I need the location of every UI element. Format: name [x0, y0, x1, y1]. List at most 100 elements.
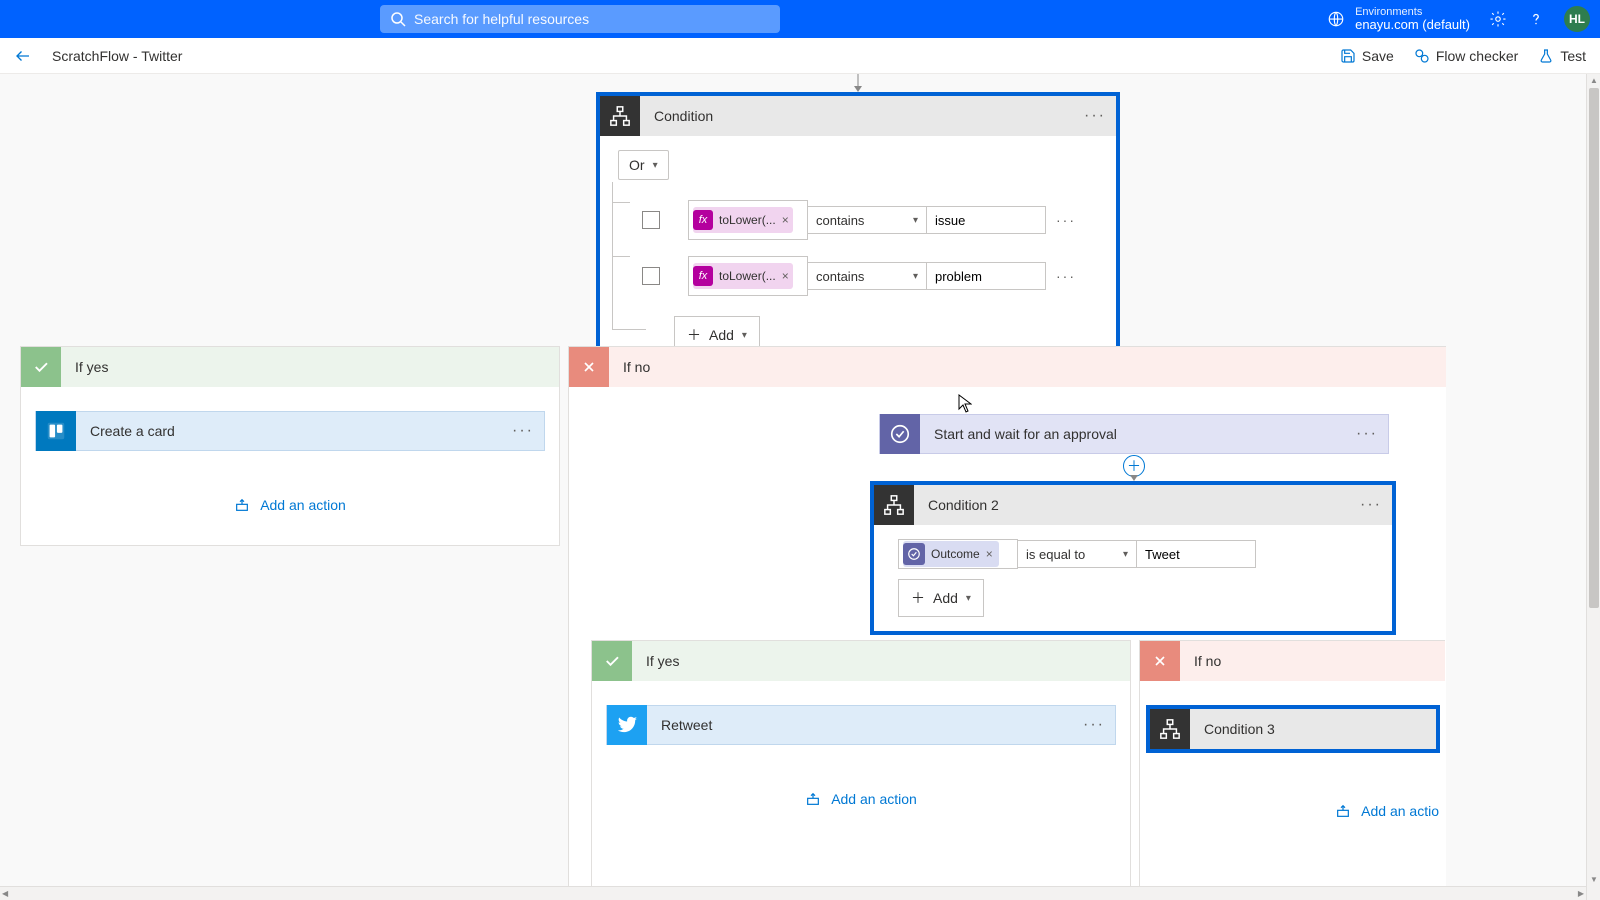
add-action-icon: [1335, 803, 1351, 819]
condition-header[interactable]: Condition ···: [600, 96, 1116, 136]
approval-icon: [880, 414, 920, 454]
condition2-card: Condition 2 ··· Outcome ×: [870, 481, 1396, 635]
condition2-title: Condition 2: [928, 497, 1360, 513]
save-button[interactable]: Save: [1340, 48, 1394, 64]
action-menu[interactable]: ···: [512, 426, 534, 436]
plus-icon: ＋: [687, 325, 701, 345]
row-checkbox[interactable]: [642, 267, 660, 285]
environment-icon: [1327, 10, 1345, 28]
fx-icon: fx: [693, 210, 713, 230]
value-input[interactable]: [926, 206, 1046, 234]
action-create-card[interactable]: Create a card ···: [35, 411, 545, 451]
condition3-header[interactable]: Condition 3: [1150, 709, 1436, 749]
row-menu[interactable]: ···: [1056, 268, 1076, 284]
plus-icon: ＋: [911, 588, 925, 608]
branch-header-no: If no: [569, 347, 1446, 387]
action-menu[interactable]: ···: [1356, 429, 1378, 439]
operator-dropdown[interactable]: is equal to ▾: [1017, 540, 1137, 568]
flow-checker-button[interactable]: Flow checker: [1414, 48, 1518, 64]
branch-header-yes: If yes: [592, 641, 1130, 681]
logic-dropdown[interactable]: Or ▾: [618, 150, 669, 180]
operator-dropdown[interactable]: contains ▾: [807, 262, 927, 290]
settings-icon[interactable]: [1488, 9, 1508, 29]
condition-menu[interactable]: ···: [1084, 111, 1106, 121]
chevron-down-icon: ▾: [913, 215, 918, 226]
add-action-button[interactable]: Add an action: [606, 791, 1116, 807]
action-approval[interactable]: Start and wait for an approval ···: [879, 414, 1389, 454]
scroll-up-icon[interactable]: ▲: [1590, 76, 1598, 85]
scrollbar-thumb[interactable]: [1589, 88, 1599, 608]
close-icon: [1140, 641, 1180, 681]
fx-icon: fx: [693, 266, 713, 286]
if-yes-branch-inner: If yes Retweet ··· Add an action: [591, 640, 1131, 888]
scroll-down-icon[interactable]: ▼: [1590, 875, 1598, 884]
chevron-down-icon: ▾: [913, 271, 918, 282]
search-icon: [390, 11, 406, 27]
branch-header-no: If no: [1140, 641, 1445, 681]
row-checkbox[interactable]: [642, 211, 660, 229]
search-box[interactable]: [380, 5, 780, 33]
outcome-pill[interactable]: Outcome ×: [903, 541, 999, 567]
if-no-branch: If no Start and wait for an approval ···…: [568, 346, 1446, 888]
connector-arrow: [850, 74, 866, 94]
condition2-header[interactable]: Condition 2 ···: [874, 485, 1392, 525]
environment-name: enayu.com (default): [1355, 18, 1470, 32]
environment-label: Environments: [1355, 6, 1470, 18]
test-button[interactable]: Test: [1538, 48, 1586, 64]
mouse-cursor: [958, 394, 972, 414]
condition-icon: [600, 96, 640, 136]
action-retweet[interactable]: Retweet ···: [606, 705, 1116, 745]
chevron-down-icon: ▾: [1123, 549, 1128, 560]
condition-card: Condition ··· Or ▾ fx toLower(...: [596, 92, 1120, 372]
horizontal-scrollbar[interactable]: ◀ ▶: [0, 886, 1586, 900]
chevron-down-icon: ▾: [653, 160, 658, 171]
twitter-icon: [607, 705, 647, 745]
help-icon[interactable]: [1526, 9, 1546, 29]
avatar[interactable]: HL: [1564, 6, 1590, 32]
remove-pill[interactable]: ×: [782, 213, 789, 227]
flow-checker-icon: [1414, 48, 1430, 64]
value-picker[interactable]: fx toLower(... ×: [688, 256, 808, 296]
save-icon: [1340, 48, 1356, 64]
back-button[interactable]: [14, 47, 32, 65]
scroll-right-icon[interactable]: ▶: [1578, 889, 1584, 898]
check-icon: [21, 347, 61, 387]
value-picker[interactable]: Outcome ×: [898, 539, 1018, 569]
chevron-down-icon: ▾: [966, 593, 971, 604]
add-row-button[interactable]: ＋ Add ▾: [898, 579, 984, 617]
environment-picker[interactable]: Environments enayu.com (default): [1327, 6, 1470, 32]
value-input[interactable]: [1136, 540, 1256, 568]
condition3-title: Condition 3: [1204, 721, 1426, 737]
action-menu[interactable]: ···: [1083, 720, 1105, 730]
value-picker[interactable]: fx toLower(... ×: [688, 200, 808, 240]
condition-row: fx toLower(... × contains ▾ ···: [642, 256, 1098, 296]
add-action-icon: [234, 497, 250, 513]
remove-pill[interactable]: ×: [986, 547, 993, 561]
condition-row: fx toLower(... × contains ▾ ···: [642, 200, 1098, 240]
search-input[interactable]: [414, 11, 770, 27]
add-action-button[interactable]: Add an actio: [1146, 803, 1439, 819]
flow-title: ScratchFlow - Twitter: [52, 48, 182, 64]
scroll-left-icon[interactable]: ◀: [2, 889, 8, 898]
check-icon: [592, 641, 632, 681]
condition3-card[interactable]: Condition 3: [1146, 705, 1440, 753]
condition-icon: [1150, 709, 1190, 749]
trello-icon: [36, 411, 76, 451]
insert-step-button[interactable]: ＋: [1123, 455, 1145, 477]
row-menu[interactable]: ···: [1056, 212, 1076, 228]
if-yes-branch: If yes Create a card ··· Add an action: [20, 346, 560, 546]
command-bar: ScratchFlow - Twitter Save Flow checker …: [0, 38, 1600, 74]
expression-pill[interactable]: fx toLower(... ×: [693, 263, 793, 289]
expression-pill[interactable]: fx toLower(... ×: [693, 207, 793, 233]
top-bar: Environments enayu.com (default) HL: [0, 0, 1600, 38]
flow-canvas[interactable]: Condition ··· Or ▾ fx toLower(...: [0, 74, 1600, 900]
add-action-icon: [805, 791, 821, 807]
condition2-menu[interactable]: ···: [1360, 500, 1382, 510]
add-action-button[interactable]: Add an action: [35, 497, 545, 513]
branch-header-yes: If yes: [21, 347, 559, 387]
test-icon: [1538, 48, 1554, 64]
remove-pill[interactable]: ×: [782, 269, 789, 283]
vertical-scrollbar[interactable]: ▲ ▼: [1586, 74, 1600, 900]
operator-dropdown[interactable]: contains ▾: [807, 206, 927, 234]
value-input[interactable]: [926, 262, 1046, 290]
